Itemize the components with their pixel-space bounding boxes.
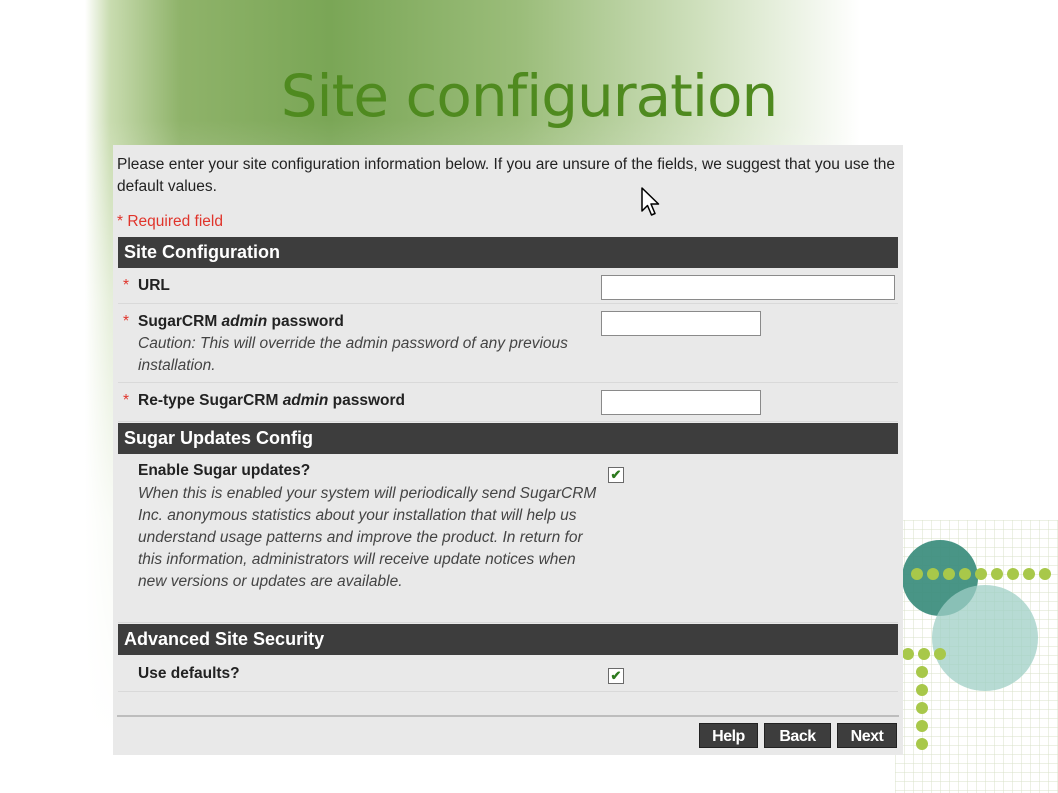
back-button[interactable]: Back <box>764 723 831 748</box>
retype-password-input[interactable] <box>601 390 761 415</box>
required-marker: * <box>123 313 130 330</box>
intro-text: Please enter your site configuration inf… <box>117 156 896 195</box>
use-defaults-checkbox[interactable]: ✔ <box>608 668 624 684</box>
required-field-note: * Required field <box>117 213 223 230</box>
admin-password-label: SugarCRM admin password <box>138 313 344 331</box>
footer-divider <box>117 715 899 717</box>
enable-updates-label: Enable Sugar updates? <box>138 462 311 479</box>
retype-password-label-prefix: Re-type SugarCRM <box>138 392 283 409</box>
slide-title: Site configuration <box>280 62 779 130</box>
admin-password-label-emphasis: admin <box>221 313 268 330</box>
retype-password-label-emphasis: admin <box>282 392 329 409</box>
url-row: * URL <box>118 268 898 304</box>
admin-password-input[interactable] <box>601 311 761 336</box>
section-header-site-configuration: Site Configuration <box>118 237 898 268</box>
url-label: URL <box>138 277 170 294</box>
required-marker: * <box>123 277 130 294</box>
retype-password-label-suffix: password <box>328 392 406 409</box>
section-header-advanced-security: Advanced Site Security <box>118 624 898 655</box>
required-marker: * <box>123 392 130 409</box>
admin-password-label-suffix: password <box>267 313 344 330</box>
admin-password-label-prefix: SugarCRM <box>138 313 222 330</box>
enable-updates-checkbox[interactable]: ✔ <box>608 467 624 483</box>
use-defaults-label: Use defaults? <box>138 665 240 682</box>
enable-updates-row: Enable Sugar updates? When this is enabl… <box>118 454 898 623</box>
section-header-sugar-updates: Sugar Updates Config <box>118 423 898 454</box>
retype-password-label: Re-type SugarCRM admin password <box>138 392 405 410</box>
admin-password-caution: Caution: This will override the admin pa… <box>138 335 568 374</box>
installer-window: Please enter your site configuration inf… <box>113 145 903 755</box>
retype-password-row: * Re-type SugarCRM admin password <box>118 383 898 422</box>
decorative-circles <box>895 520 1058 793</box>
mouse-pointer-icon <box>641 187 660 216</box>
help-button[interactable]: Help <box>699 723 758 748</box>
next-button[interactable]: Next <box>837 723 897 748</box>
use-defaults-row: Use defaults? ✔ <box>118 655 898 692</box>
admin-password-row: * SugarCRM admin password Caution: This … <box>118 304 898 383</box>
enable-updates-description: When this is enabled your system will pe… <box>138 485 597 590</box>
url-input[interactable] <box>601 275 895 300</box>
